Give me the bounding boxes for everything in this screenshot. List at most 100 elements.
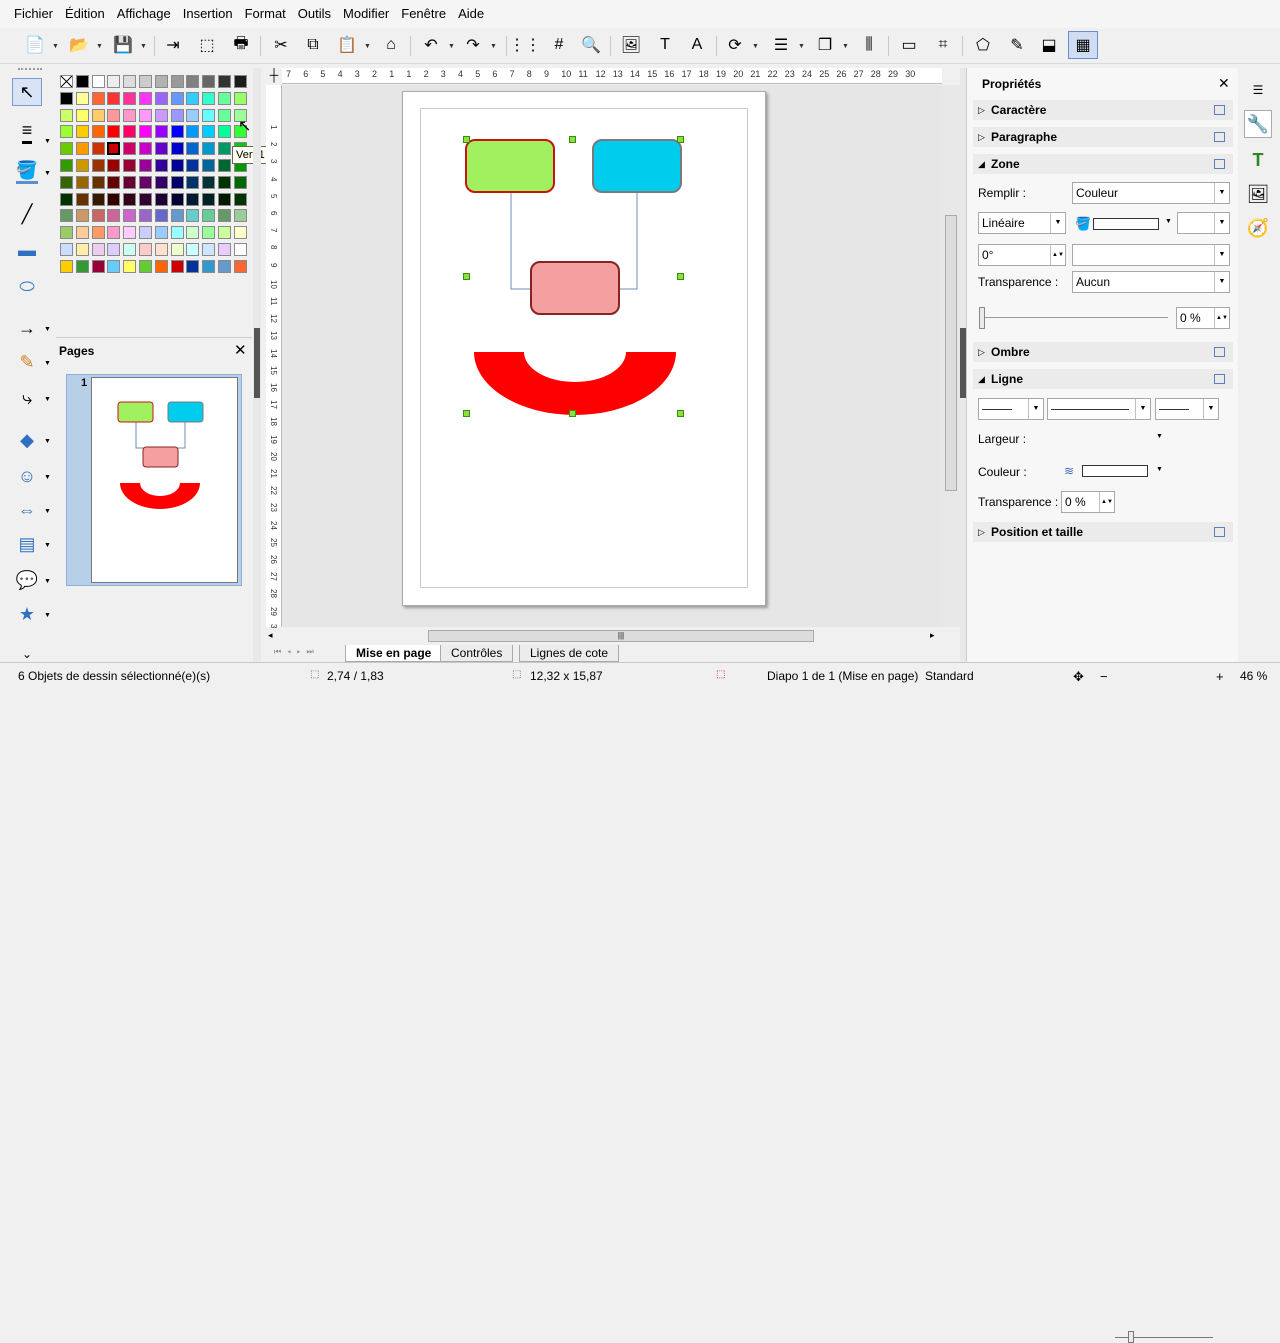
color-swatch[interactable]	[233, 175, 247, 189]
print-icon[interactable]: 🖶	[228, 33, 254, 57]
menu-item[interactable]: Affichage	[111, 0, 177, 28]
color-swatch[interactable]	[218, 243, 231, 256]
color-swatch[interactable]	[233, 75, 247, 88]
rotate-dropdown-icon[interactable]: ▼	[752, 43, 759, 50]
gradient-color-select[interactable]: ▼	[1072, 244, 1230, 266]
line-color-preview[interactable]	[1082, 465, 1148, 477]
splitter-handle[interactable]	[254, 328, 260, 398]
color-swatch[interactable]	[123, 226, 137, 240]
color-swatch[interactable]	[75, 175, 89, 189]
color-swatch[interactable]	[218, 108, 231, 122]
color-swatch[interactable]	[154, 75, 168, 88]
color-swatch[interactable]	[139, 108, 152, 122]
copy-icon[interactable]: ⧉	[300, 33, 326, 57]
color-swatch[interactable]	[91, 259, 105, 273]
textbox-icon[interactable]: T	[652, 33, 678, 57]
section-ombre[interactable]: ▷ Ombre	[973, 342, 1233, 362]
color-swatch[interactable]	[202, 209, 216, 223]
color-swatch[interactable]	[107, 226, 121, 240]
section-zone[interactable]: ◢ Zone	[973, 154, 1233, 174]
color-swatch[interactable]	[123, 192, 137, 206]
grid-icon[interactable]: ⋮⋮	[509, 33, 541, 57]
menu-item[interactable]: Fenêtre	[395, 0, 452, 28]
flowchart-dropdown-icon[interactable]: ▼	[44, 542, 51, 549]
color-swatch[interactable]	[107, 209, 121, 223]
tab-lignes-de-cote[interactable]: Lignes de cote	[519, 645, 620, 662]
color-swatch[interactable]	[123, 108, 137, 122]
curve-dropdown-icon[interactable]: ▼	[44, 360, 51, 367]
fill-color-dropdown-icon[interactable]: ▼	[1165, 218, 1172, 225]
basic-shapes-dropdown-icon[interactable]: ▼	[44, 438, 51, 445]
color-swatch[interactable]	[75, 108, 89, 122]
color-swatch[interactable]	[107, 75, 121, 88]
color-swatch[interactable]	[186, 125, 200, 139]
color-swatch[interactable]	[75, 125, 89, 139]
line-start-select[interactable]: ▼	[978, 398, 1044, 420]
color-swatch[interactable]	[170, 209, 184, 223]
more-options-icon[interactable]	[1214, 374, 1225, 384]
angle-spinner[interactable]: 0° ▲▼	[978, 244, 1066, 266]
connector-tool-icon[interactable]: ⤷	[12, 384, 42, 412]
drawing-page[interactable]	[402, 91, 766, 606]
color-swatch[interactable]	[107, 175, 121, 189]
page-thumbnail[interactable]	[91, 377, 238, 583]
arrange-icon[interactable]: ❐	[812, 33, 838, 57]
color-swatch[interactable]	[202, 159, 216, 172]
color-swatch[interactable]	[60, 243, 73, 256]
gradient-end-select[interactable]: ▼	[1177, 212, 1230, 234]
color-swatch[interactable]	[218, 192, 231, 206]
color-swatch[interactable]	[218, 142, 231, 156]
color-swatch[interactable]	[60, 125, 73, 139]
color-swatch[interactable]	[107, 159, 121, 172]
gradient-type-select[interactable]: Linéaire ▼	[978, 212, 1066, 234]
flowchart-icon[interactable]: ▤	[12, 530, 42, 558]
rectangle-tool-icon[interactable]: ▬	[12, 236, 42, 264]
selection-handle[interactable]	[463, 273, 470, 280]
clone-formatting-icon[interactable]: ⌂	[378, 33, 404, 57]
color-swatch[interactable]	[75, 226, 89, 240]
color-swatch[interactable]	[218, 209, 231, 223]
toggle-extrusion-icon[interactable]: ⬓	[1036, 33, 1062, 57]
color-swatch[interactable]	[170, 259, 184, 273]
more-options-icon[interactable]	[1214, 347, 1225, 357]
chevron-down-icon[interactable]: ▼	[1214, 213, 1229, 233]
selection-handle[interactable]	[569, 410, 576, 417]
transparence-select[interactable]: Aucun ▼	[1072, 271, 1230, 293]
color-swatch[interactable]	[202, 75, 216, 88]
drawing-canvas[interactable]	[282, 85, 942, 627]
color-swatch[interactable]	[91, 108, 105, 122]
tab-nav-icons[interactable]: ⏮◂▸⏭	[274, 647, 320, 657]
section-paragraphe[interactable]: ▷ Paragraphe	[973, 127, 1233, 147]
color-swatch[interactable]	[107, 142, 121, 156]
color-swatch[interactable]	[202, 259, 216, 273]
color-swatch[interactable]	[60, 175, 73, 189]
color-swatch[interactable]	[186, 175, 200, 189]
no-fill-swatch[interactable]	[60, 75, 73, 88]
color-swatch[interactable]	[154, 125, 168, 139]
chevron-down-icon[interactable]: ▼	[1050, 213, 1065, 233]
points-icon[interactable]: ⬠	[970, 33, 996, 57]
open-dropdown-icon[interactable]: ▼	[96, 43, 103, 50]
color-swatch[interactable]	[75, 91, 89, 105]
color-swatch[interactable]	[154, 192, 168, 206]
section-ligne[interactable]: ◢ Ligne	[973, 369, 1233, 389]
rotate-icon[interactable]: ⟳	[722, 33, 748, 57]
color-swatch[interactable]	[186, 243, 200, 256]
redo-dropdown-icon[interactable]: ▼	[490, 43, 497, 50]
color-swatch[interactable]	[218, 175, 231, 189]
color-swatch[interactable]	[186, 159, 200, 172]
fill-color-preview[interactable]	[1093, 218, 1159, 230]
color-swatch[interactable]	[170, 108, 184, 122]
color-swatch[interactable]	[154, 91, 168, 105]
color-swatch[interactable]	[186, 108, 200, 122]
export-icon[interactable]: ⇥	[160, 33, 186, 57]
color-swatch[interactable]	[123, 142, 137, 156]
paste-dropdown-icon[interactable]: ▼	[364, 43, 371, 50]
open-icon[interactable]: 📂	[66, 33, 92, 57]
crop-icon[interactable]: ⌗	[930, 33, 956, 57]
symbol-shapes-dropdown-icon[interactable]: ▼	[44, 474, 51, 481]
color-swatch[interactable]	[139, 125, 152, 139]
color-swatch[interactable]	[107, 125, 121, 139]
color-swatch[interactable]	[75, 259, 89, 273]
chevron-down-icon[interactable]: ▼	[1028, 399, 1043, 419]
